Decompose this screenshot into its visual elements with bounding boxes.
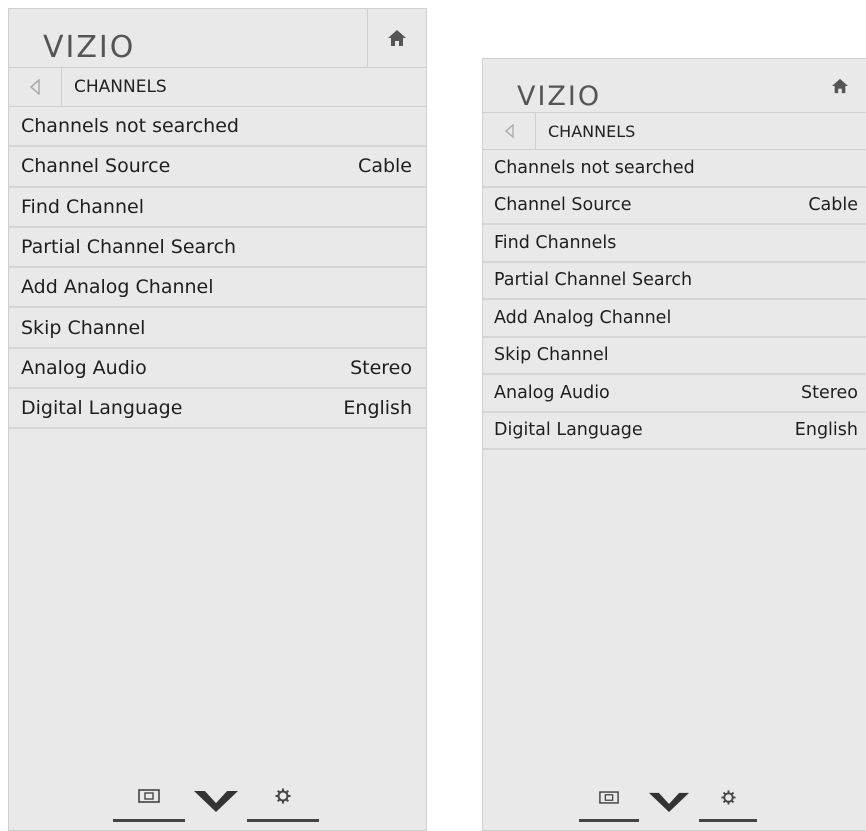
menu-item-label: Analog Audio: [21, 356, 147, 379]
vizio-v-button[interactable]: [639, 784, 699, 822]
menu-item-digital-language[interactable]: Digital Language English: [483, 413, 866, 450]
menu-item-label: Digital Language: [494, 420, 643, 441]
settings-gear-icon: [275, 788, 291, 804]
menu-item-analog-audio[interactable]: Analog Audio Stereo: [9, 349, 426, 390]
breadcrumb: CHANNELS: [483, 113, 866, 150]
menu-item-label: Channels not searched: [494, 157, 695, 178]
menu-item-analog-audio[interactable]: Analog Audio Stereo: [483, 375, 866, 413]
input-button[interactable]: [113, 779, 185, 822]
menu-item-label: Channels not searched: [21, 115, 239, 138]
bottom-nav: [579, 781, 757, 822]
menu-item-value: Cable: [358, 155, 412, 178]
menu-item-channels-not-searched[interactable]: Channels not searched: [483, 150, 866, 188]
settings-button[interactable]: [699, 781, 757, 822]
menu-list: Channels not searched Channel Source Cab…: [9, 107, 426, 430]
menu-item-channel-source[interactable]: Channel Source Cable: [9, 147, 426, 188]
home-button[interactable]: [814, 59, 866, 112]
back-button[interactable]: [483, 113, 536, 149]
input-button[interactable]: [579, 781, 639, 822]
menu-item-value: English: [343, 397, 412, 420]
menu-item-add-analog-channel[interactable]: Add Analog Channel: [9, 268, 426, 309]
breadcrumb: CHANNELS: [9, 68, 426, 107]
vizio-logo: VIZIO: [517, 81, 602, 112]
menu-item-label: Add Analog Channel: [21, 276, 214, 299]
menu-item-label: Channel Source: [494, 195, 632, 216]
menu-item-label: Skip Channel: [494, 345, 609, 366]
vizio-logo: VIZIO: [43, 30, 136, 65]
vizio-v-icon: [648, 792, 690, 813]
back-button[interactable]: [9, 68, 62, 106]
menu-item-partial-channel-search[interactable]: Partial Channel Search: [483, 263, 866, 300]
breadcrumb-title: CHANNELS: [548, 121, 636, 141]
home-button[interactable]: [367, 9, 426, 67]
back-arrow-icon: [504, 124, 514, 138]
panel-header: VIZIO: [483, 59, 866, 113]
menu-item-find-channels[interactable]: Find Channels: [483, 225, 866, 263]
menu-item-label: Partial Channel Search: [21, 236, 237, 259]
menu-item-label: Partial Channel Search: [494, 270, 693, 291]
menu-item-partial-channel-search[interactable]: Partial Channel Search: [9, 228, 426, 269]
menu-item-add-analog-channel[interactable]: Add Analog Channel: [483, 300, 866, 338]
menu-item-skip-channel[interactable]: Skip Channel: [9, 308, 426, 349]
settings-button[interactable]: [247, 779, 319, 822]
menu-item-label: Add Analog Channel: [494, 307, 672, 328]
menu-panel-left: VIZIO CHANNELS Channels not searched Cha…: [8, 8, 427, 831]
menu-item-value: Stereo: [800, 382, 858, 403]
home-icon: [832, 78, 848, 93]
menu-item-skip-channel[interactable]: Skip Channel: [483, 338, 866, 375]
bottom-nav: [113, 779, 319, 822]
home-icon: [388, 30, 406, 46]
menu-item-channels-not-searched[interactable]: Channels not searched: [9, 107, 426, 148]
menu-item-value: English: [794, 420, 858, 441]
menu-item-value: Stereo: [350, 356, 412, 379]
menu-item-label: Analog Audio: [494, 382, 610, 403]
breadcrumb-title: CHANNELS: [74, 77, 167, 97]
back-arrow-icon: [29, 79, 40, 95]
settings-gear-icon: [720, 789, 736, 805]
vizio-v-icon: [194, 791, 238, 812]
vizio-v-button[interactable]: [185, 782, 247, 822]
panel-header: VIZIO: [9, 9, 426, 68]
menu-item-label: Find Channel: [21, 195, 144, 218]
menu-item-value: Cable: [808, 195, 858, 216]
menu-panel-right: VIZIO CHANNELS Channels not searched Cha…: [482, 58, 866, 831]
menu-item-find-channel[interactable]: Find Channel: [9, 188, 426, 228]
menu-item-channel-source[interactable]: Channel Source Cable: [483, 188, 866, 225]
input-icon: [138, 789, 160, 803]
input-icon: [599, 790, 619, 804]
menu-item-label: Digital Language: [21, 397, 183, 420]
menu-item-digital-language[interactable]: Digital Language English: [9, 389, 426, 430]
menu-item-label: Skip Channel: [21, 316, 146, 339]
menu-list: Channels not searched Channel Source Cab…: [483, 150, 866, 450]
menu-item-label: Find Channels: [494, 232, 617, 253]
menu-item-label: Channel Source: [21, 155, 171, 178]
